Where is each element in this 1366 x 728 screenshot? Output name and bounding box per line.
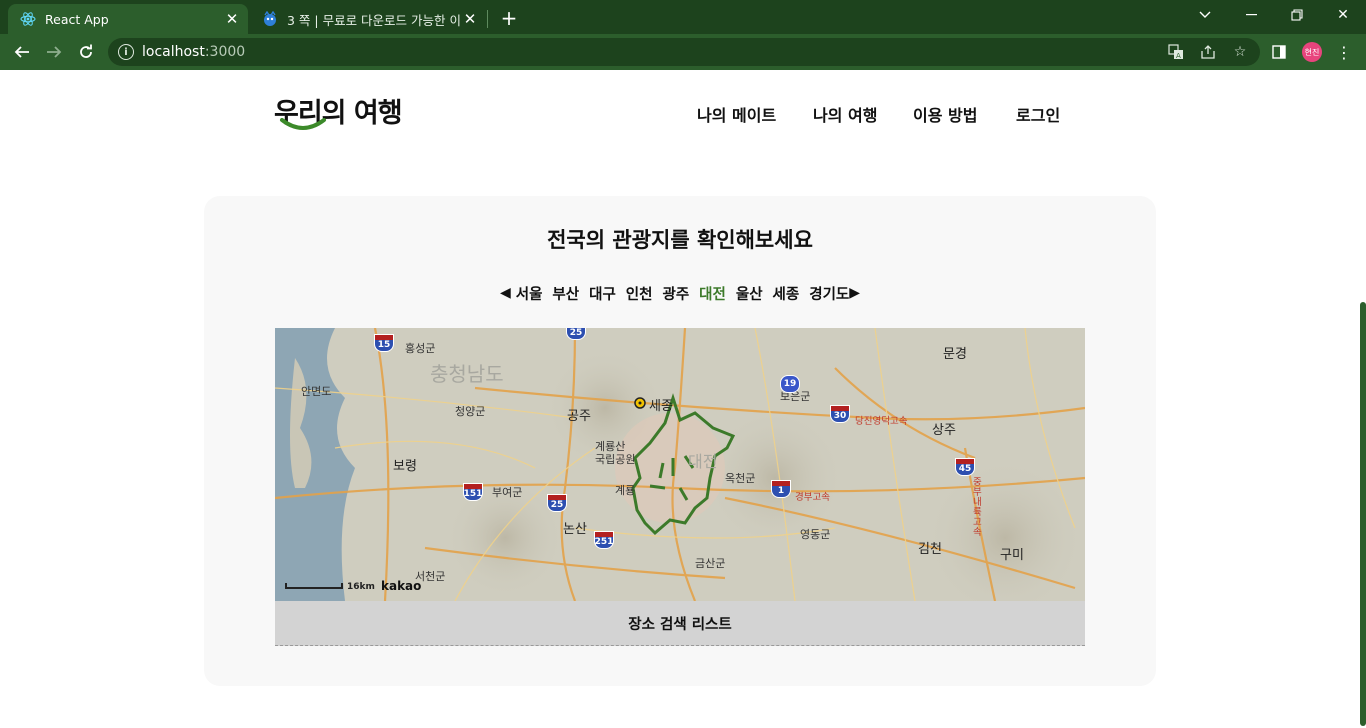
road-label: 당진영덕고속 [855,416,908,427]
next-region-icon[interactable]: ▶ [849,285,860,301]
address-bar[interactable]: i localhost:3000 [108,38,1260,66]
tab-search-icon[interactable] [1182,0,1228,30]
region-seoul[interactable]: 서울 [516,283,543,304]
region-gwangju[interactable]: 광주 [662,283,689,304]
map-label: 공주 [567,409,591,424]
region-ulsan[interactable]: 울산 [736,283,763,304]
prev-region-icon[interactable]: ◀ [500,285,511,301]
nav-login[interactable]: 로그인 [1016,102,1060,126]
map-label: 청양군 [455,405,486,418]
bookmark-star-icon[interactable]: ☆ [1232,44,1248,60]
region-selector: ◀ 서울 부산 대구 인천 광주 대전 울산 세종 경기도 ▶ [204,282,1156,304]
map-label: 영동군 [800,528,831,541]
map-label: 김천 [918,542,942,557]
highway-shield: 45 [955,458,975,476]
map-label: 세종 [649,399,673,414]
map-label: 논산 [563,522,587,537]
share-icon[interactable] [1200,44,1216,60]
tab-title: React App [45,11,109,27]
minimize-icon[interactable] [1228,0,1274,30]
road-label: 경부고속 [795,492,830,503]
map-label: 대전 [688,452,718,471]
highway-shield: 151 [463,483,483,501]
forward-icon[interactable] [40,38,68,66]
map-label: 안면도 [301,385,332,398]
tab-download-site[interactable]: 3 쪽 | 무료로 다운로드 가능한 이 ✕ [250,4,486,34]
region-incheon[interactable]: 인천 [626,283,653,304]
url-text: localhost:3000 [142,44,245,60]
map-label: 금산군 [695,557,726,570]
region-gyeonggi[interactable]: 경기도 [809,283,849,304]
url-host: localhost [142,44,205,60]
map-label: 홍성군 [405,342,436,355]
highway-shield: 19 [780,375,800,393]
back-icon[interactable] [8,38,36,66]
map-label: 계룡 [615,484,636,497]
highway-shield: 1 [771,480,791,498]
map-label: 구미 [1000,548,1024,563]
road-label: 중부내륙고속 [973,477,982,538]
url-port: :3000 [204,44,246,60]
restore-icon[interactable] [1274,0,1320,30]
profile-avatar[interactable]: 현진 [1302,42,1322,62]
map-label: 문경 [943,347,967,362]
kakao-logo: kakao [381,579,422,593]
map-label: 상주 [932,423,956,438]
browser-tab-bar: React App ✕ 3 쪽 | 무료로 다운로드 가능한 이 ✕ + ✕ [0,0,1366,34]
region-daegu[interactable]: 대구 [589,283,616,304]
highway-shield: 30 [830,405,850,423]
highway-shield: 25 [547,494,567,512]
side-panel-icon[interactable] [1271,44,1287,60]
close-tab-icon[interactable]: ✕ [460,9,480,29]
region-sejong[interactable]: 세종 [773,283,800,304]
kakao-map[interactable]: 충청남도 홍성군 안면도 청양군 공주 세종 보령 부여군 계룡산 국립공원 계… [275,328,1085,601]
tab-react-app[interactable]: React App ✕ [8,4,248,34]
region-daejeon[interactable]: 대전 [699,283,726,304]
map-label: 옥천군 [725,472,756,485]
react-icon [20,11,36,27]
smile-icon [280,118,326,130]
map-scale-bar [285,583,343,589]
site-info-icon[interactable]: i [118,44,134,60]
reload-icon[interactable] [72,38,100,66]
page-scrollbar[interactable] [1360,302,1366,726]
map-label: 계룡산 국립공원 [595,440,636,466]
place-search-list-header: 장소 검색 리스트 [275,601,1085,646]
browser-toolbar: i localhost:3000 A ☆ [0,34,1366,70]
page-content: 우리의 여행 나의 메이트 나의 여행 이용 방법 로그인 전국의 관광지를 확… [0,70,1366,728]
nav-my-trip[interactable]: 나의 여행 [813,102,877,126]
map-scale-label: 16km [347,582,375,592]
tab-separator [487,10,488,28]
nav-how-to-use[interactable]: 이용 방법 [913,102,977,126]
tourism-card: 전국의 관광지를 확인해보세요 ◀ 서울 부산 대구 인천 광주 대전 울산 세… [204,196,1156,686]
svg-text:A: A [1176,52,1181,60]
map-label: 부여군 [492,486,523,499]
highway-shield: 15 [374,334,394,352]
tab-title: 3 쪽 | 무료로 다운로드 가능한 이 [287,12,460,28]
close-tab-icon[interactable]: ✕ [222,9,242,29]
site-logo[interactable]: 우리의 여행 [274,90,403,130]
nav-my-mate[interactable]: 나의 메이트 [697,102,776,126]
highway-shield: 251 [594,531,614,549]
map-label: 보령 [393,459,417,474]
site-favicon-icon [262,11,278,27]
map-label: 충청남도 [430,362,504,386]
new-tab-icon[interactable]: + [497,6,521,30]
highway-shield: 25 [566,328,586,340]
close-window-icon[interactable]: ✕ [1320,0,1366,30]
region-busan[interactable]: 부산 [552,283,579,304]
translate-icon[interactable]: A [1168,44,1184,60]
more-menu-icon[interactable]: ⋮ [1336,42,1352,62]
page-title: 전국의 관광지를 확인해보세요 [547,228,813,252]
